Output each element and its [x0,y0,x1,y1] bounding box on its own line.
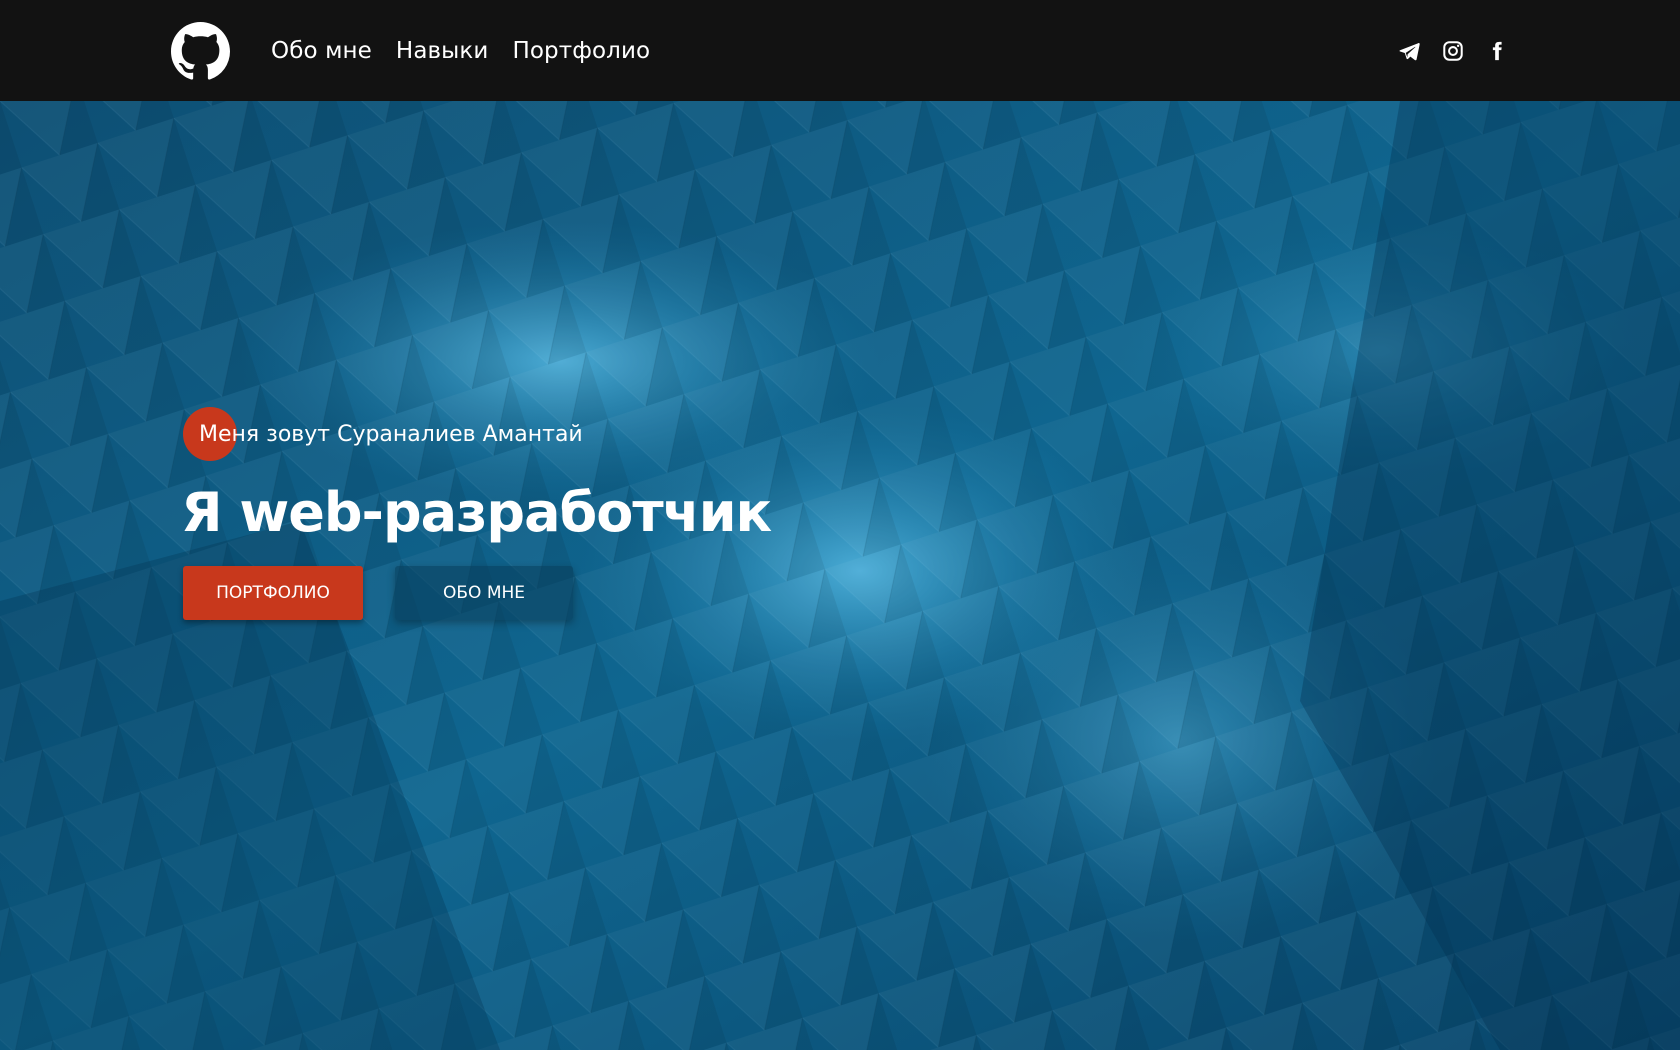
nav-link-skills[interactable]: Навыки [396,38,489,64]
nav-link-about[interactable]: Обо мне [271,38,372,64]
facebook-icon[interactable] [1486,40,1508,62]
greeting-text: Меня зовут Сураналиев Амантай [199,422,583,447]
hero-section: Меня зовут Сураналиев Амантай Я web-разр… [0,101,1680,1050]
nav-link-portfolio[interactable]: Портфолио [512,38,650,64]
social-links [1398,0,1508,101]
hero-content: Меня зовут Сураналиев Амантай Я web-разр… [183,407,771,620]
greeting-line: Меня зовут Сураналиев Амантай [183,407,771,461]
hero-title: Я web-разработчик [181,481,771,544]
about-button[interactable]: ОБО МНЕ [395,566,573,620]
telegram-icon[interactable] [1398,40,1420,62]
portfolio-button[interactable]: ПОРТФОЛИО [183,566,363,620]
top-navbar: Обо мне Навыки Портфолио [0,0,1680,101]
main-nav: Обо мне Навыки Портфолио [271,0,650,101]
github-icon[interactable] [171,22,230,81]
hero-buttons: ПОРТФОЛИО ОБО МНЕ [183,566,771,620]
instagram-icon[interactable] [1442,40,1464,62]
